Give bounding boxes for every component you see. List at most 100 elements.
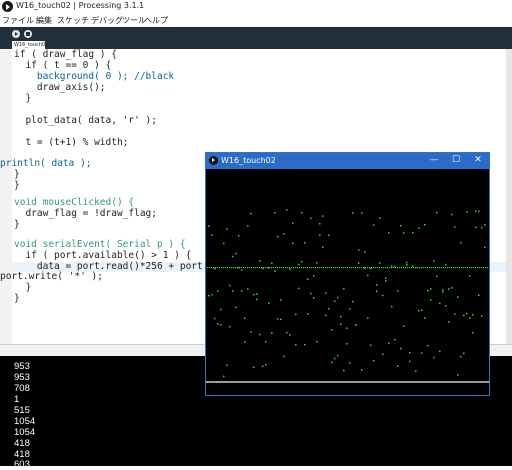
plot-point [365,267,367,269]
plot-point [292,242,294,244]
plot-point [369,267,371,269]
plot-point [307,278,309,280]
plot-point [484,246,486,249]
plot-points [207,209,489,378]
plot-point [421,309,423,311]
plot-point [328,307,330,310]
menu-edit[interactable]: 編集 [36,15,52,26]
plot-point [467,267,469,269]
plot-point [463,352,465,354]
sketch-canvas[interactable] [206,169,489,395]
plot-point [472,331,474,334]
plot-point [375,267,377,269]
plot-point [352,300,354,303]
plot-point [451,267,453,269]
run-button[interactable] [12,30,20,38]
plot-point [387,267,389,269]
console-line: 708 [14,383,30,394]
plot-point [214,317,216,320]
plot-point [409,351,411,354]
plot-point [289,267,291,269]
console-line: 515 [14,405,30,416]
plot-point [256,293,258,295]
menu-tools[interactable]: ツール [122,15,146,26]
plot-point [277,235,279,238]
plot-point [418,309,420,312]
plot-point [334,300,336,302]
console-line: 603 [14,459,30,470]
menu-sketch[interactable]: スケッチ [57,15,89,26]
plot-point [217,290,219,292]
plot-point [289,334,291,336]
maximize-button[interactable]: ☐ [450,155,462,166]
plot-point [259,260,261,262]
plot-point [397,365,399,367]
menu-file[interactable]: ファイル [2,15,34,26]
plot-point [293,267,295,269]
plot-point [417,267,419,269]
plot-point [347,267,349,269]
plot-point [213,267,215,269]
plot-point [295,313,297,316]
plot-point [220,308,222,311]
close-button[interactable]: ✕ [472,155,484,166]
plot-point [352,212,354,214]
plot-point [454,226,456,228]
tab-w16-touch02[interactable]: W16_touch02 [12,41,48,49]
plot-point [223,242,225,245]
plot-point [405,267,407,269]
plot-point [377,267,379,269]
plot-point [361,369,363,371]
plot-point [310,292,312,295]
plot-point [454,313,456,315]
stop-button[interactable] [24,30,32,38]
plot-point [436,275,438,278]
plot-point [349,267,351,269]
plot-point [217,267,219,269]
plot-point [237,267,239,269]
sketch-window-titlebar[interactable]: W16_touch02 — ☐ ✕ [206,153,489,169]
menu-bar: ファイル 編集 スケッチ デバッグ ツール ヘルプ [0,14,512,27]
plot-point [286,331,288,334]
plot-point [451,287,453,289]
plot-point [341,267,343,269]
plot-point [289,268,291,271]
plot-point [317,267,319,269]
plot-point [283,233,285,235]
plot-point [235,252,237,255]
plot-point [245,267,247,269]
plot-point [256,298,258,301]
plot-point [433,260,435,262]
plot-point [225,267,227,269]
plot-point [253,293,255,296]
plot-point [280,318,282,321]
plot-point [340,315,342,318]
plot-point [419,267,421,269]
plot-point [304,242,306,244]
plot-point [415,267,417,269]
plot-point [379,267,381,269]
editor-scrollbar[interactable] [506,49,512,344]
plot-point [313,297,315,299]
plot-point [316,262,318,264]
code-line: t = (t+1) % width; [14,137,129,148]
minimize-button[interactable]: — [428,155,440,166]
plot-point [457,296,459,298]
plot-point [376,290,378,292]
plot-point [316,340,318,343]
menu-debug[interactable]: デバッグ [91,15,123,26]
plot-point [445,267,447,269]
plot-point [208,225,210,227]
plot-point [298,287,300,290]
plot-point [221,267,223,269]
plot-point [385,277,387,279]
plot-point [309,267,311,269]
menu-help[interactable]: ヘルプ [144,15,168,26]
plot-point [277,318,279,320]
plot-point [355,324,357,326]
plot-point [424,224,426,226]
plot-point [331,267,333,269]
plot-point [400,347,402,350]
plot-point [457,267,459,269]
plot-point [322,215,324,217]
